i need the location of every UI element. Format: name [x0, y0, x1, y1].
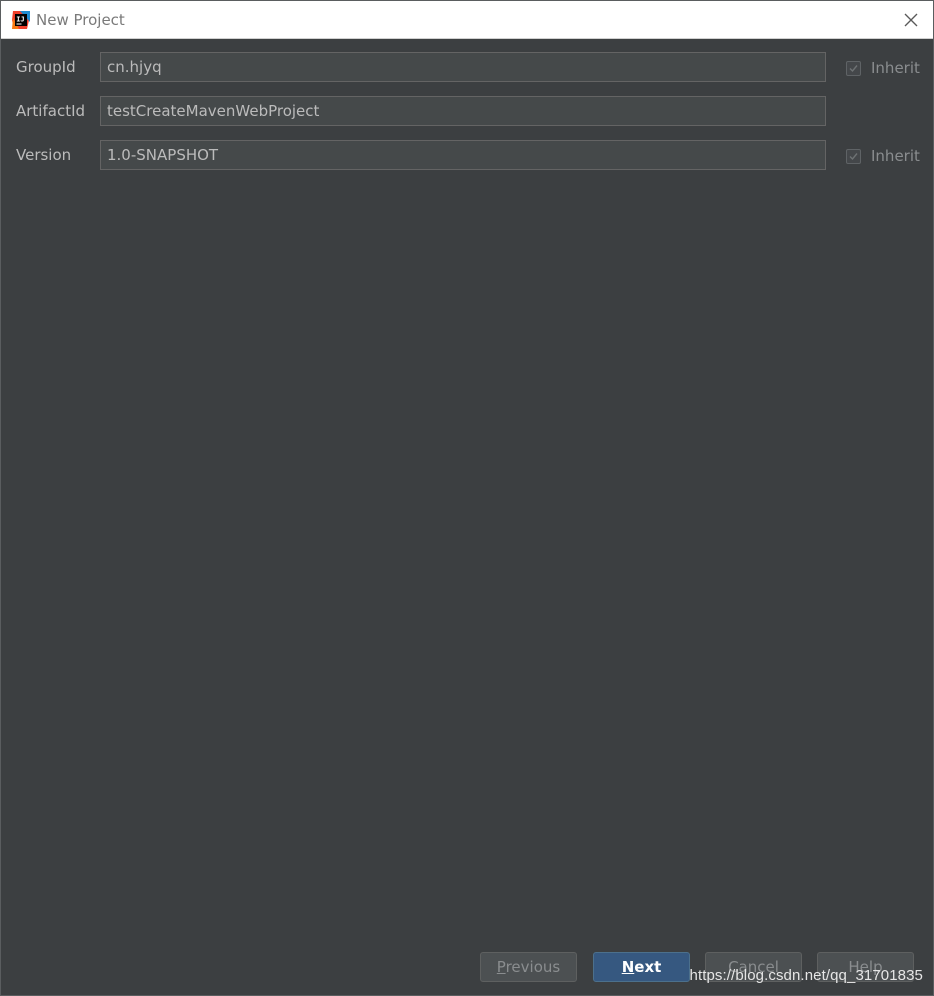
svg-text:IJ: IJ: [16, 16, 24, 24]
checkbox-icon: [846, 148, 861, 164]
version-input[interactable]: [100, 140, 826, 170]
artifactid-row: ArtifactId: [1, 96, 933, 126]
previous-label: revious: [505, 958, 561, 976]
artifactid-input[interactable]: [100, 96, 826, 126]
previous-mnemonic: P: [496, 958, 506, 976]
title-bar: IJ New Project: [1, 1, 933, 39]
groupid-input[interactable]: [100, 52, 826, 82]
version-row: Version Inherit: [1, 140, 933, 170]
close-icon[interactable]: [901, 10, 921, 30]
next-button[interactable]: Next: [593, 952, 690, 982]
version-label: Version: [16, 146, 72, 164]
groupid-label: GroupId: [16, 58, 76, 76]
next-label: ext: [634, 958, 662, 976]
groupid-row: GroupId Inherit: [1, 52, 933, 82]
watermark-text: https://blog.csdn.net/qq_31701835: [689, 967, 923, 984]
new-project-dialog: IJ New Project GroupId Inherit ArtifactI…: [0, 0, 934, 996]
groupid-inherit-label: Inherit: [871, 59, 920, 77]
next-mnemonic: N: [621, 958, 635, 976]
version-inherit-label: Inherit: [871, 147, 920, 165]
intellij-idea-icon: IJ: [11, 10, 31, 30]
groupid-inherit-checkbox[interactable]: Inherit: [846, 58, 920, 78]
checkbox-icon: [846, 60, 861, 76]
artifactid-label: ArtifactId: [16, 102, 86, 120]
dialog-title: New Project: [36, 11, 125, 29]
version-inherit-checkbox[interactable]: Inherit: [846, 146, 920, 166]
previous-button[interactable]: Previous: [480, 952, 577, 982]
